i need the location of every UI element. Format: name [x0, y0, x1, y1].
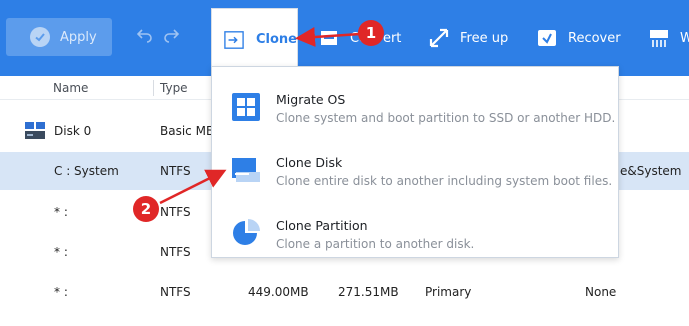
app-window: Apply Clone Convert Free up Recover W	[0, 0, 689, 326]
column-divider[interactable]	[153, 80, 154, 96]
row-size: 449.00MB	[248, 285, 309, 299]
step-badge-2: 2	[133, 196, 159, 222]
row-status: None	[585, 285, 617, 299]
menu-item-desc: Clone a partition to another disk.	[276, 237, 475, 251]
clone-label: Clone	[256, 32, 297, 47]
col-type-header[interactable]: Type	[160, 81, 188, 95]
convert-icon	[321, 31, 337, 45]
wipe-label: W	[680, 30, 689, 46]
undo-icon[interactable]	[137, 27, 153, 43]
wipe-button[interactable]: W	[648, 0, 689, 76]
row-type: NTFS	[160, 285, 191, 299]
row-name: * :	[54, 245, 68, 259]
recover-icon	[538, 30, 556, 46]
free-up-label: Free up	[460, 30, 509, 46]
toolbar: Apply Clone Convert Free up Recover W	[0, 0, 689, 76]
clone-icon	[224, 30, 244, 49]
row-type: NTFS	[160, 164, 191, 178]
clone-tab[interactable]: Clone	[211, 8, 298, 70]
menu-item-desc: Clone system and boot partition to SSD o…	[276, 111, 616, 125]
expand-icon	[429, 28, 449, 48]
row-type: NTFS	[160, 245, 191, 259]
menu-item-clone-partition[interactable]: Clone Partition Clone a partition to ano…	[212, 199, 618, 261]
shredder-icon	[650, 30, 668, 47]
menu-item-desc: Clone entire disk to another including s…	[276, 174, 613, 188]
table-row[interactable]: * : NTFS 449.00MB 271.51MB Primary None	[0, 273, 689, 311]
row-type: NTFS	[160, 205, 191, 219]
recover-button[interactable]: Recover	[536, 0, 621, 76]
menu-item-title: Clone Disk	[276, 155, 343, 170]
free-up-button[interactable]: Free up	[428, 0, 508, 76]
row-name: C : System	[54, 164, 119, 178]
menu-item-clone-disk[interactable]: Clone Disk Clone entire disk to another …	[212, 136, 618, 198]
windows-icon	[232, 93, 260, 121]
col-name-header[interactable]: Name	[53, 81, 88, 95]
clone-dropdown-menu: Migrate OS Clone system and boot partiti…	[211, 66, 619, 258]
apply-button[interactable]: Apply	[6, 18, 112, 56]
row-used: 271.51MB	[338, 285, 399, 299]
apply-label: Apply	[60, 29, 97, 45]
redo-icon[interactable]	[163, 27, 179, 43]
row-status: e&System	[620, 164, 682, 178]
step-badge-1: 1	[358, 20, 384, 46]
menu-item-migrate-os[interactable]: Migrate OS Clone system and boot partiti…	[212, 73, 618, 135]
check-icon	[30, 27, 50, 47]
recover-label: Recover	[568, 30, 621, 46]
row-name: * :	[54, 285, 68, 299]
menu-item-title: Clone Partition	[276, 218, 368, 233]
menu-item-title: Migrate OS	[276, 92, 346, 107]
row-name: * :	[54, 205, 68, 219]
row-name: Disk 0	[54, 124, 92, 138]
clone-disk-icon	[232, 158, 260, 182]
row-partition-type: Primary	[425, 285, 472, 299]
pie-chart-icon	[233, 219, 260, 245]
disk-icon	[25, 122, 45, 139]
